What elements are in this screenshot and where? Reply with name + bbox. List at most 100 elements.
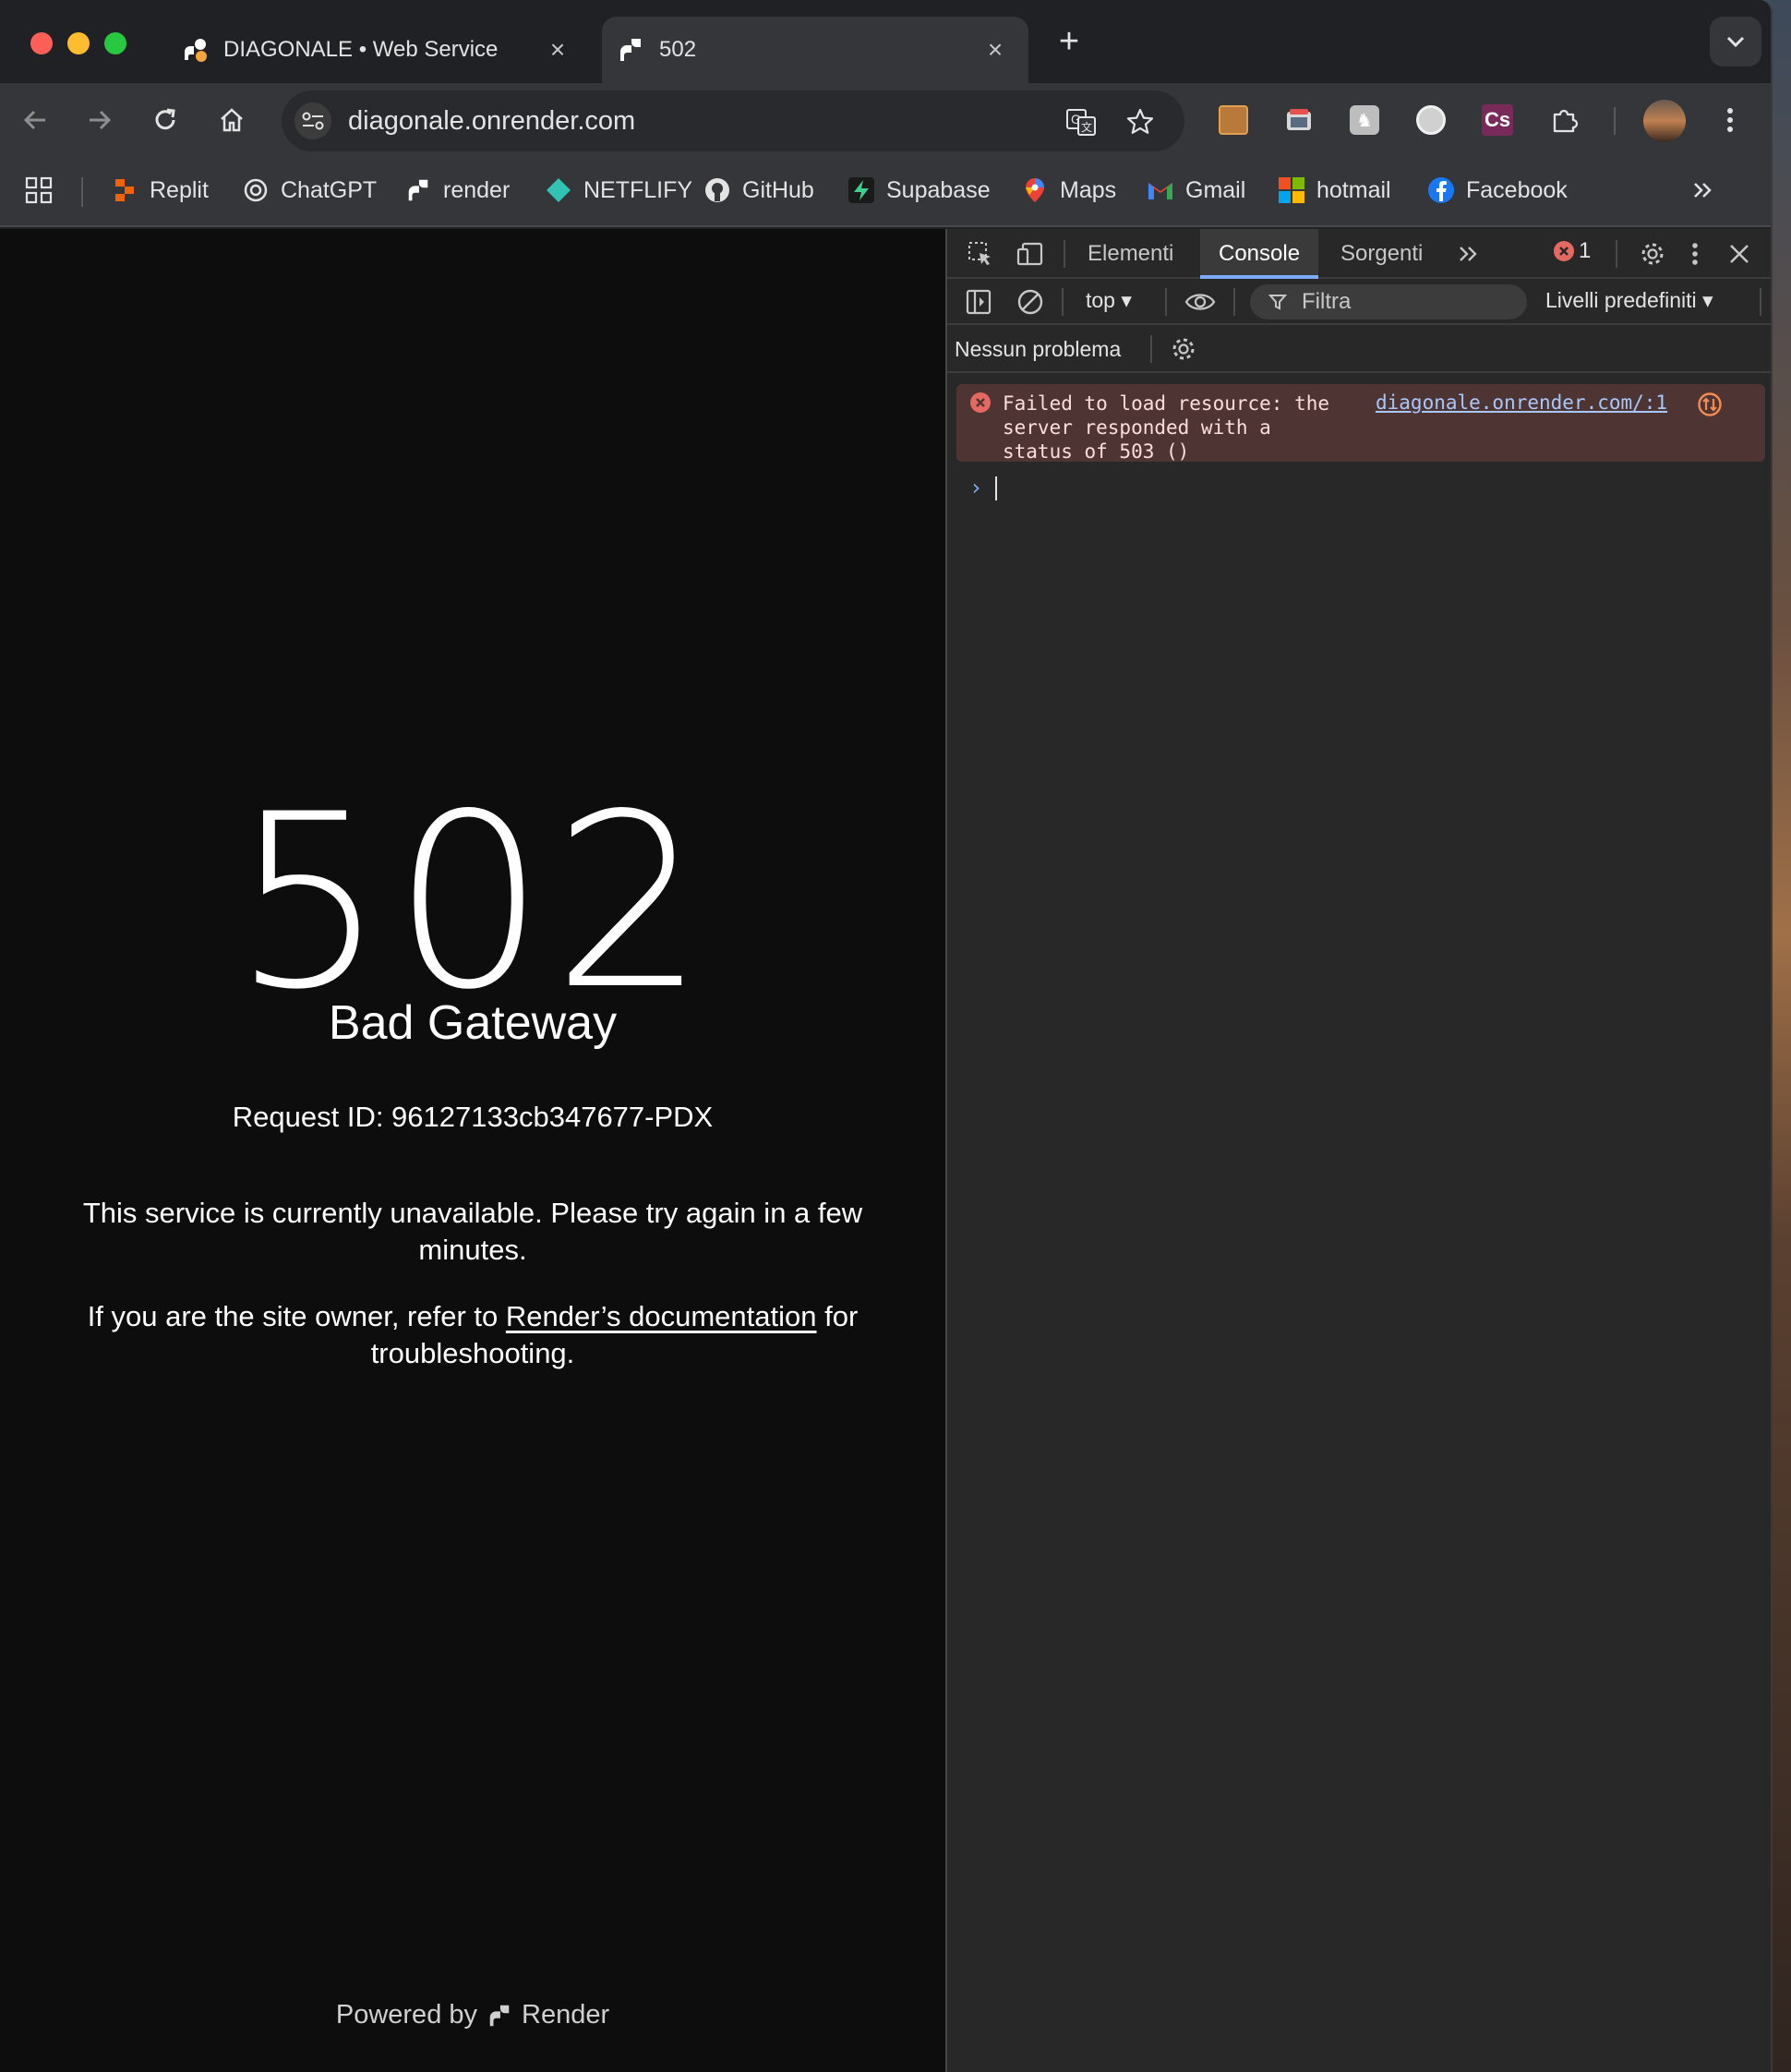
- maximize-window-button[interactable]: [104, 32, 126, 54]
- console-filter-input[interactable]: Filtra: [1250, 284, 1527, 319]
- toolbar: diagonale.onrender.com G文 ♞ Cs: [0, 83, 1771, 157]
- error-source-link[interactable]: diagonale.onrender.com/:1: [1376, 392, 1667, 414]
- chevron-down-icon: [1726, 36, 1745, 48]
- facebook-icon: [1427, 176, 1455, 204]
- error-text: Failed to load resource: the server resp…: [1003, 392, 1330, 463]
- bookmark-render[interactable]: render: [404, 170, 510, 211]
- console-toolbar: top ▾ Filtra Livelli predefiniti ▾: [947, 279, 1771, 325]
- more-bookmarks-icon[interactable]: [1691, 170, 1713, 211]
- tab-elements[interactable]: Elementi: [1069, 229, 1192, 279]
- powered-by-footer: Powered by Render: [335, 2000, 610, 2030]
- log-levels-dropdown[interactable]: Livelli predefiniti ▾: [1545, 288, 1713, 313]
- extension-cs-icon[interactable]: Cs: [1477, 100, 1518, 140]
- svg-text:文: 文: [1081, 120, 1092, 134]
- tab-502[interactable]: 502 ×: [602, 17, 1028, 83]
- profile-avatar[interactable]: [1643, 100, 1686, 142]
- tab-diagonale[interactable]: DIAGONALE • Web Service ×: [166, 17, 591, 83]
- render-logo-icon: [489, 2005, 510, 2026]
- microsoft-icon: [1278, 176, 1305, 204]
- url-text: diagonale.onrender.com: [348, 106, 636, 136]
- reload-button[interactable]: [143, 98, 187, 142]
- replit-icon: [111, 176, 138, 204]
- bookmark-hotmail[interactable]: hotmail: [1278, 170, 1391, 211]
- tab-strip: DIAGONALE • Web Service × 502 × +: [0, 0, 1771, 83]
- bookmark-replit[interactable]: Replit: [111, 170, 209, 211]
- tab-sources[interactable]: Sorgenti: [1322, 229, 1441, 279]
- bookmark-maps[interactable]: Maps: [1021, 170, 1116, 211]
- tab-search-button[interactable]: [1710, 17, 1761, 66]
- tab-title: 502: [659, 37, 697, 62]
- error-code: 502: [232, 764, 714, 1042]
- inspect-element-icon[interactable]: [962, 235, 999, 272]
- browser-window: DIAGONALE • Web Service × 502 × + diagon…: [0, 0, 1773, 2072]
- console-input[interactable]: [995, 476, 997, 500]
- gmail-icon: [1147, 176, 1174, 204]
- minimize-window-button[interactable]: [67, 32, 90, 54]
- forward-arrow-icon: [90, 110, 112, 130]
- settings-gear-icon[interactable]: [1634, 235, 1671, 272]
- devtools-tabbar: Elementi Console Sorgenti 1: [947, 229, 1771, 279]
- render-icon: [404, 176, 432, 204]
- owner-message: If you are the site owner, refer to Rend…: [87, 1300, 859, 1369]
- context-selector[interactable]: top ▾: [1086, 288, 1132, 313]
- extension-camel-icon[interactable]: [1213, 100, 1254, 140]
- home-icon: [221, 108, 243, 132]
- bookmark-facebook[interactable]: Facebook: [1427, 170, 1568, 211]
- new-tab-button[interactable]: +: [1051, 20, 1088, 65]
- netlify-icon: [545, 176, 572, 204]
- home-button[interactable]: [210, 98, 254, 142]
- issues-bar: Nessun problema: [947, 325, 1771, 373]
- translate-icon[interactable]: G文: [1063, 103, 1100, 140]
- network-request-icon[interactable]: [1697, 392, 1723, 417]
- bookmark-github[interactable]: GitHub: [703, 170, 814, 211]
- toolbar-divider: [1614, 107, 1616, 135]
- error-circle-icon: [1554, 241, 1574, 261]
- devtools-menu-icon[interactable]: [1677, 235, 1713, 272]
- maps-icon: [1021, 176, 1049, 204]
- console-error-message: Failed to load resource: the server resp…: [956, 384, 1765, 463]
- issues-count[interactable]: Nessun problema: [955, 337, 1121, 362]
- chatgpt-icon: [242, 176, 270, 204]
- clear-console-icon[interactable]: [1012, 283, 1049, 320]
- more-tabs-icon[interactable]: [1449, 235, 1486, 272]
- error-circle-icon: [970, 392, 991, 413]
- console-prompt-icon: ›: [969, 475, 983, 500]
- device-toolbar-icon[interactable]: [1012, 235, 1049, 272]
- back-button[interactable]: [13, 98, 57, 142]
- error-title: Bad Gateway: [328, 996, 618, 1050]
- unavailable-message: This service is currently unavailable. P…: [82, 1197, 863, 1266]
- bookmark-chatgpt[interactable]: ChatGPT: [242, 170, 377, 211]
- back-arrow-icon: [23, 110, 45, 130]
- render-docs-link[interactable]: Render’s documentation: [506, 1300, 817, 1332]
- bookmark-divider: [81, 177, 83, 207]
- site-settings-icon[interactable]: [294, 102, 331, 139]
- devtools-panel: Elementi Console Sorgenti 1 top ▾ Filtra…: [945, 229, 1771, 2072]
- sidebar-toggle-icon[interactable]: [960, 283, 997, 320]
- chrome-menu-icon[interactable]: [1710, 100, 1750, 140]
- error-counter[interactable]: 1: [1553, 238, 1591, 264]
- render-brand[interactable]: Render: [522, 2000, 609, 2030]
- extension-grammarly-icon[interactable]: [1411, 100, 1451, 140]
- bookmark-supabase[interactable]: Supabase: [847, 170, 991, 211]
- tab-close-icon[interactable]: ×: [539, 35, 576, 65]
- bookmark-netlify[interactable]: NETFLIFY: [545, 170, 692, 211]
- console-settings-gear-icon[interactable]: [1165, 331, 1202, 367]
- supabase-icon: [847, 176, 875, 204]
- tab-title: DIAGONALE • Web Service: [223, 37, 499, 62]
- address-bar[interactable]: diagonale.onrender.com G文: [282, 90, 1184, 151]
- close-window-button[interactable]: [30, 32, 53, 54]
- tab-close-icon[interactable]: ×: [977, 35, 1014, 65]
- forward-button[interactable]: [78, 98, 122, 142]
- tab-console[interactable]: Console: [1200, 229, 1319, 279]
- extension-accessibility-icon[interactable]: ♞: [1344, 100, 1385, 140]
- bookmark-star-icon[interactable]: [1122, 103, 1159, 140]
- close-devtools-icon[interactable]: [1721, 235, 1758, 272]
- bookmark-gmail[interactable]: Gmail: [1147, 170, 1245, 211]
- filter-funnel-icon: [1268, 295, 1287, 310]
- live-expression-eye-icon[interactable]: [1182, 283, 1219, 320]
- bookmarks-bar: Replit ChatGPT render NETFLIFY GitHub Su…: [0, 157, 1771, 227]
- page-viewport: 502 Bad Gateway Request ID: 96127133cb34…: [0, 229, 945, 2072]
- extensions-puzzle-icon[interactable]: [1545, 100, 1585, 140]
- extension-screenshot-icon[interactable]: [1279, 100, 1319, 140]
- apps-grid-icon[interactable]: [24, 170, 54, 211]
